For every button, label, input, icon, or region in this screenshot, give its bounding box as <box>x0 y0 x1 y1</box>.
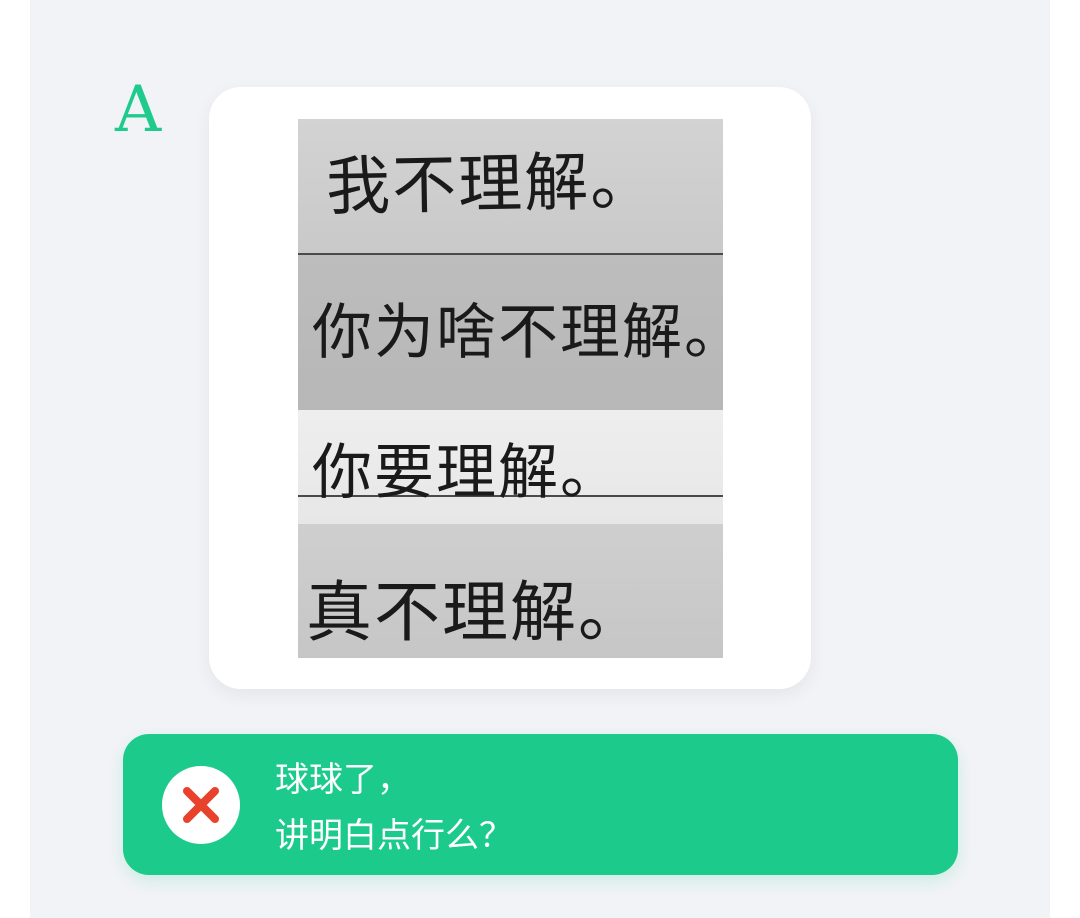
handwriting-line-1: 我不理解。 <box>325 145 657 225</box>
answer-line-2: 讲明白点行么？ <box>275 816 513 856</box>
paper-rule <box>298 253 723 255</box>
answer-feedback-bar[interactable] <box>123 734 958 875</box>
answer-line-1: 球球了， <box>275 760 411 800</box>
answer-text: 球球了， 讲明白点行么？ <box>275 752 513 864</box>
handwriting-photo: 我不理解。 你为啥不理解。 你要理解。 真不理解。 <box>298 119 723 658</box>
wrong-x-icon <box>183 787 219 823</box>
option-letter: A <box>115 73 162 147</box>
handwriting-line-3: 你要理解。 <box>312 438 622 508</box>
handwriting-line-2: 你为啥不理解。 <box>312 298 723 368</box>
result-badge <box>162 766 240 844</box>
handwriting-line-4: 真不理解。 <box>306 574 646 651</box>
